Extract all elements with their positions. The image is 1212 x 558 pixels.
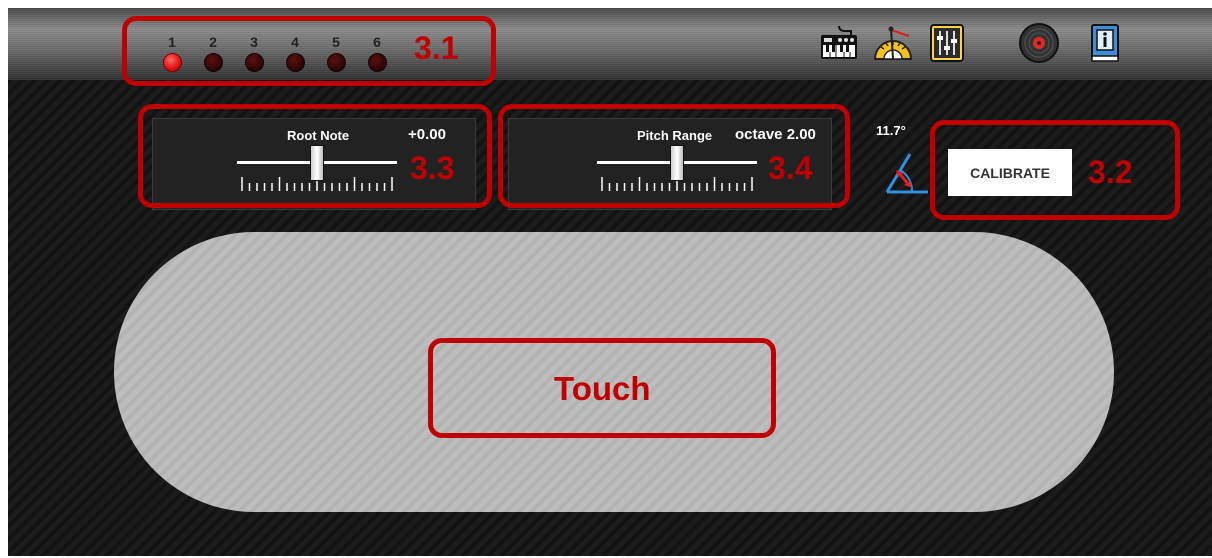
keyboard-icon[interactable] bbox=[818, 22, 860, 64]
annotation-box-calibrate bbox=[930, 120, 1180, 220]
protractor-icon[interactable] bbox=[872, 22, 914, 64]
vinyl-record-icon[interactable] bbox=[1018, 22, 1060, 64]
mixer-icon[interactable] bbox=[926, 22, 968, 64]
tilt-angle-icon bbox=[882, 148, 932, 198]
annotation-label-touch: Touch bbox=[554, 370, 651, 407]
tilt-angle-value: 11.7° bbox=[876, 123, 906, 138]
annotation-label-pitch-range: 3.4 bbox=[768, 150, 813, 186]
info-book-icon[interactable] bbox=[1084, 22, 1126, 64]
annotation-label-root-note: 3.3 bbox=[410, 150, 455, 186]
app-window: 1 2 3 4 5 6 Root Note +0.00 Pitch Range … bbox=[8, 8, 1212, 556]
annotation-label-channels: 3.1 bbox=[414, 30, 459, 66]
annotation-label-calibrate: 3.2 bbox=[1088, 154, 1133, 190]
